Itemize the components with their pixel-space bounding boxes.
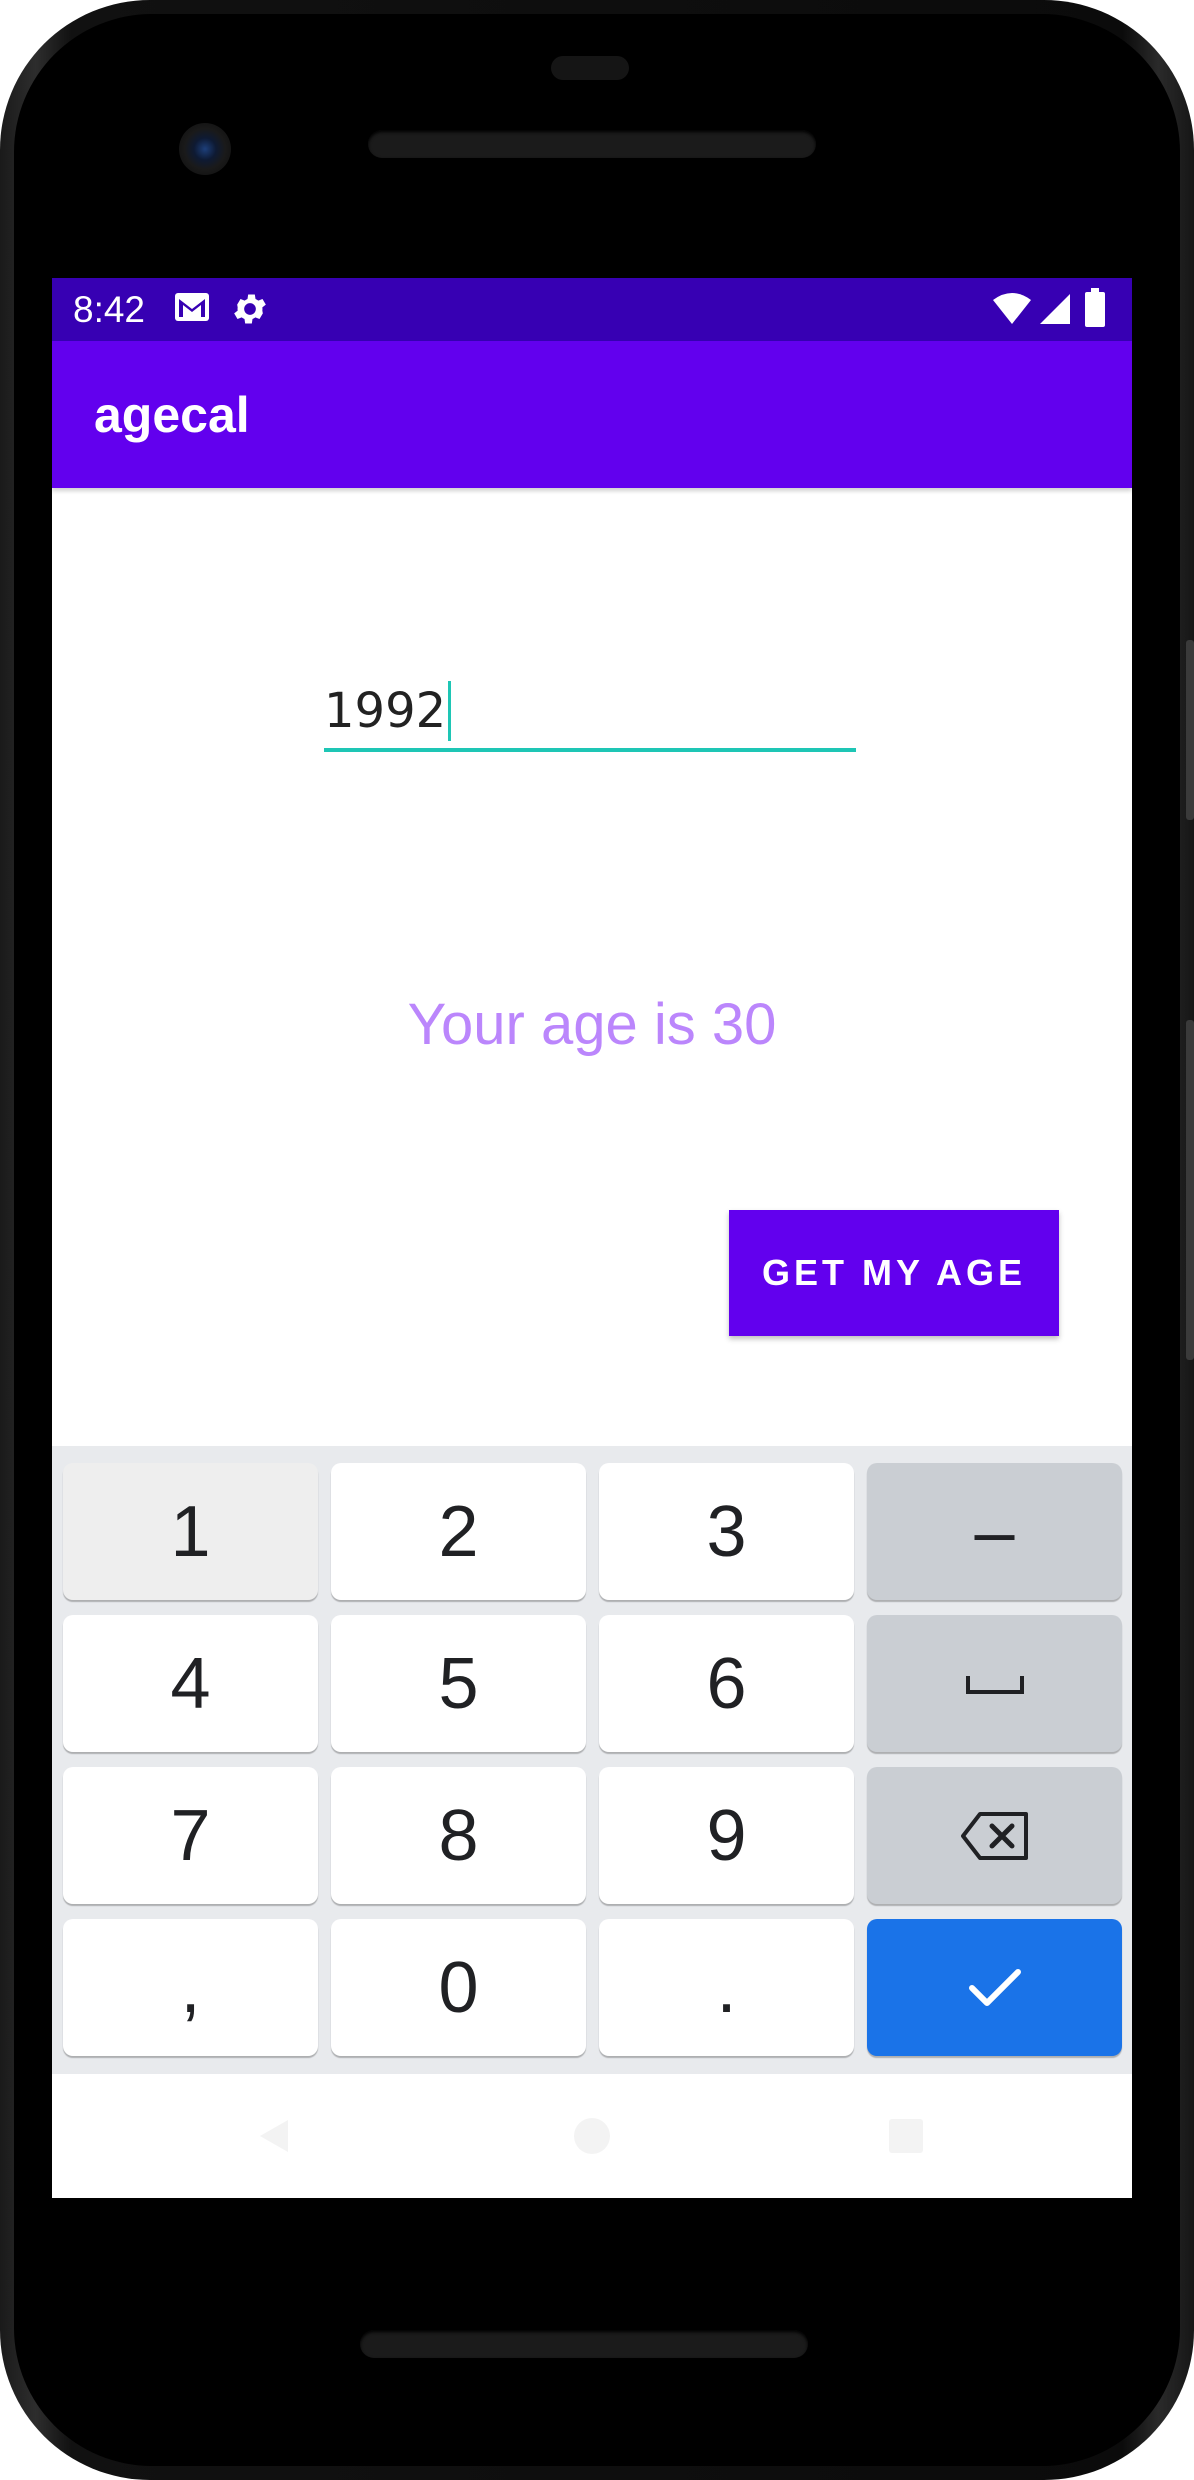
input-underline bbox=[324, 748, 856, 752]
key-comma[interactable]: , bbox=[63, 1919, 318, 2056]
wifi-icon bbox=[992, 292, 1032, 331]
front-camera bbox=[179, 123, 231, 175]
app-title: agecal bbox=[94, 387, 250, 443]
recents-icon[interactable] bbox=[884, 2114, 928, 2163]
navigation-bar bbox=[52, 2074, 1132, 2198]
text-cursor bbox=[448, 681, 452, 741]
volume-button bbox=[1186, 1020, 1194, 1360]
checkmark-icon bbox=[968, 1968, 1021, 2006]
key-3[interactable]: 3 bbox=[599, 1463, 854, 1600]
back-icon[interactable] bbox=[252, 2114, 296, 2163]
space-bar-icon bbox=[965, 1675, 1024, 1694]
app-bar: agecal bbox=[52, 341, 1132, 488]
sensor-slot bbox=[551, 56, 629, 80]
age-result-text: Your age is 30 bbox=[407, 992, 777, 1057]
status-time: 8:42 bbox=[73, 289, 146, 330]
status-bar: 8:42 bbox=[52, 278, 1132, 341]
birth-year-value: 1992 bbox=[324, 683, 447, 739]
key-9[interactable]: 9 bbox=[599, 1767, 854, 1904]
key-5[interactable]: 5 bbox=[331, 1615, 586, 1752]
screen: 8:42 agecal 1992 Your age is 30 GET MY A… bbox=[52, 278, 1132, 2198]
backspace-icon bbox=[960, 1811, 1028, 1860]
get-my-age-button[interactable]: GET MY AGE bbox=[729, 1210, 1059, 1336]
birth-year-input[interactable]: 1992 bbox=[324, 673, 856, 755]
birth-year-input-text[interactable]: 1992 bbox=[324, 681, 452, 741]
key-space[interactable] bbox=[867, 1615, 1122, 1752]
gmail-icon bbox=[172, 289, 212, 332]
key-6[interactable]: 6 bbox=[599, 1615, 854, 1752]
phone-frame: 8:42 agecal 1992 Your age is 30 GET MY A… bbox=[0, 0, 1194, 2480]
cell-signal-icon bbox=[1038, 292, 1072, 331]
key-8[interactable]: 8 bbox=[331, 1767, 586, 1904]
bottom-speaker bbox=[360, 2330, 808, 2358]
key-7[interactable]: 7 bbox=[63, 1767, 318, 1904]
key-0[interactable]: 0 bbox=[331, 1919, 586, 2056]
battery-icon bbox=[1084, 288, 1106, 333]
power-button bbox=[1186, 640, 1194, 820]
numeric-keyboard: 1 2 3 – 4 5 6 7 8 9 , 0 . bbox=[52, 1446, 1132, 2074]
key-dash[interactable]: – bbox=[867, 1463, 1122, 1600]
key-backspace[interactable] bbox=[867, 1767, 1122, 1904]
key-1[interactable]: 1 bbox=[63, 1463, 318, 1600]
top-speaker bbox=[368, 130, 816, 158]
home-icon[interactable] bbox=[570, 2114, 614, 2163]
key-2[interactable]: 2 bbox=[331, 1463, 586, 1600]
key-4[interactable]: 4 bbox=[63, 1615, 318, 1752]
settings-gear-icon bbox=[230, 289, 270, 334]
key-done[interactable] bbox=[867, 1919, 1122, 2056]
key-period[interactable]: . bbox=[599, 1919, 854, 2056]
